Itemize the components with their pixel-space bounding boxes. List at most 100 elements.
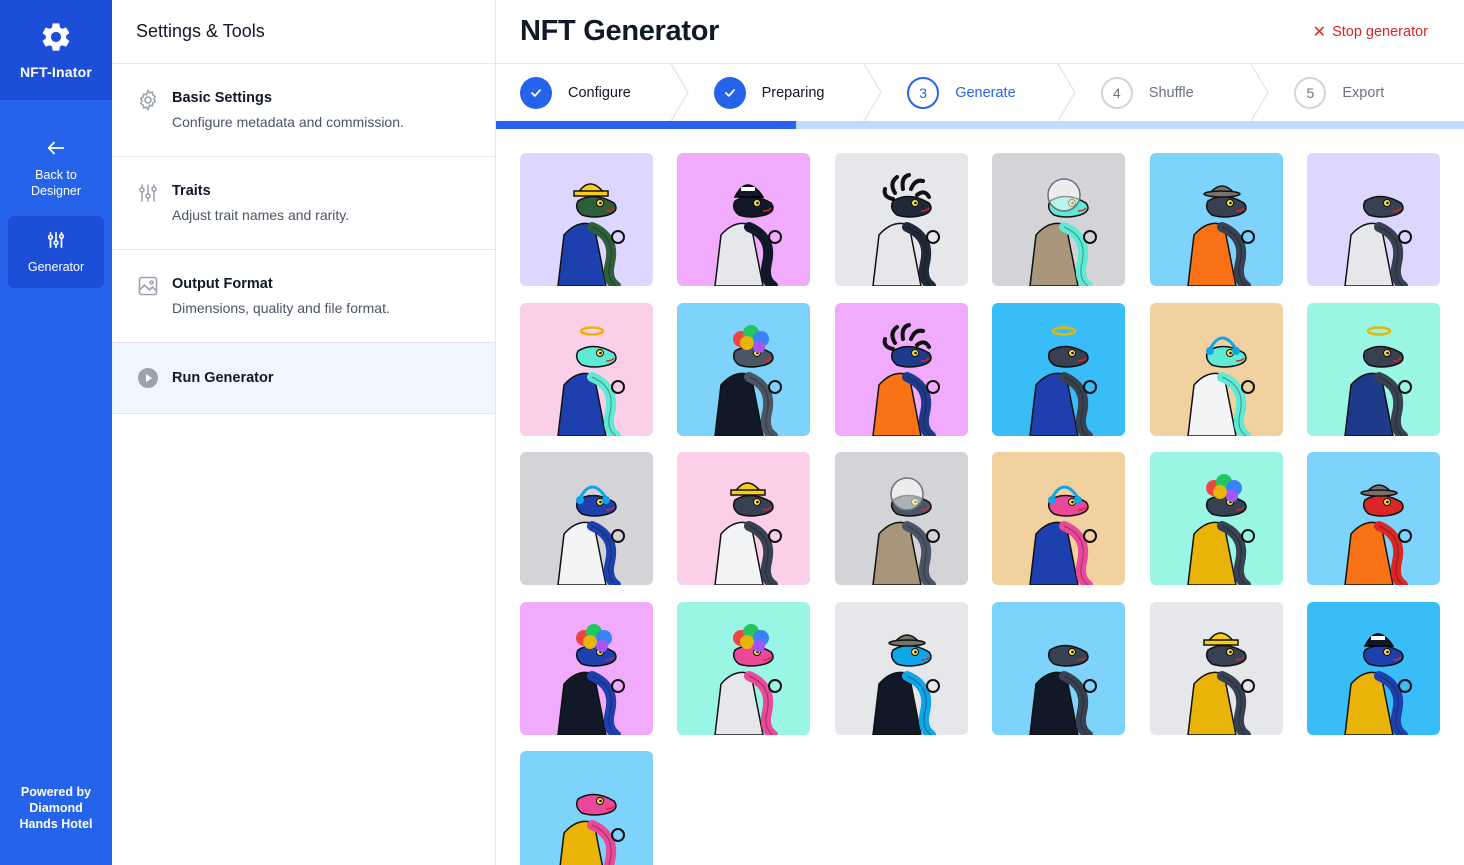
panel-title: Settings & Tools (112, 0, 495, 64)
nft-thumbnail[interactable] (520, 302, 653, 436)
menu-item-desc: Dimensions, quality and file format. (172, 300, 390, 316)
nft-image (1149, 452, 1283, 585)
nft-gallery (520, 153, 1440, 865)
nft-image (520, 302, 653, 436)
back-label-line-2: Designer (30, 184, 82, 198)
nft-image (677, 302, 811, 436)
gear-icon (42, 23, 70, 51)
menu-item-title: Output Format (172, 276, 273, 292)
nft-thumbnail[interactable] (520, 751, 653, 865)
menu-item-run-generator[interactable]: Run Generator (112, 343, 495, 414)
nft-thumbnail[interactable] (677, 452, 811, 585)
play-icon (138, 368, 158, 388)
step-label: Shuffle (1148, 84, 1194, 101)
nft-thumbnail[interactable] (520, 601, 653, 735)
nft-thumbnail[interactable] (520, 452, 653, 585)
step-export[interactable]: 5 Export (1270, 64, 1464, 121)
nft-image (677, 601, 811, 735)
nft-image (992, 452, 1126, 585)
menu-item-traits[interactable]: Traits Adjust trait names and rarity. (112, 157, 495, 250)
arrow-left-icon (47, 141, 65, 155)
nft-thumbnail[interactable] (1306, 601, 1440, 735)
nft-thumbnail[interactable] (677, 601, 811, 735)
step-configure[interactable]: Configure (496, 64, 690, 121)
menu-item-title: Basic Settings (172, 90, 272, 106)
nft-image (1149, 153, 1283, 286)
check-icon (520, 76, 552, 109)
nft-image (834, 601, 968, 735)
nft-thumbnail[interactable] (1149, 302, 1283, 436)
nft-thumbnail[interactable] (1306, 153, 1440, 286)
nft-thumbnail[interactable] (1149, 452, 1283, 585)
nft-image (520, 452, 653, 585)
left-rail: NFT-Inator Back to Designer Generator Po… (0, 0, 112, 865)
nft-thumbnail[interactable] (1306, 302, 1440, 436)
menu-item-title: Run Generator (172, 370, 274, 386)
nft-thumbnail[interactable] (992, 302, 1126, 436)
nft-thumbnail[interactable] (677, 302, 811, 436)
nft-thumbnail[interactable] (992, 452, 1126, 585)
nft-thumbnail[interactable] (992, 153, 1126, 286)
chevron-divider-icon (1057, 64, 1076, 121)
step-preparing[interactable]: Preparing (690, 64, 884, 121)
app-root: NFT-Inator Back to Designer Generator Po… (0, 0, 1464, 865)
stepper: Configure Preparing 3 Generate 4 Shuffle (496, 64, 1464, 121)
generator-nav-button[interactable]: Generator (8, 216, 104, 288)
powered-line-3: Hands Hotel (19, 817, 93, 831)
nft-thumbnail[interactable] (1306, 452, 1440, 585)
step-label: Export (1342, 84, 1385, 101)
nft-thumbnail[interactable] (1149, 601, 1283, 735)
generator-label: Generator (27, 260, 85, 274)
nft-image (1149, 601, 1283, 735)
page-title: NFT Generator (520, 15, 720, 47)
menu-item-title: Traits (172, 183, 211, 199)
menu-item-desc: Adjust trait names and rarity. (172, 207, 350, 223)
nft-thumbnail[interactable] (834, 601, 968, 735)
nft-image (1306, 153, 1440, 286)
nft-thumbnail[interactable] (834, 452, 968, 585)
nft-thumbnail[interactable] (677, 153, 811, 286)
nft-thumbnail[interactable] (834, 153, 968, 286)
menu-item-desc: Configure metadata and commission. (172, 114, 404, 130)
powered-line-1: Powered by (20, 785, 92, 799)
back-to-designer-button[interactable]: Back to Designer (0, 130, 112, 206)
close-icon: ✕ (1312, 23, 1327, 41)
stop-generator-label: Stop generator (1332, 23, 1428, 40)
step-label: Generate (955, 84, 1016, 101)
menu-item-basic-settings[interactable]: Basic Settings Configure metadata and co… (112, 64, 495, 157)
step-number: 4 (1100, 76, 1133, 109)
step-number: 5 (1294, 76, 1327, 109)
chevron-divider-icon (1250, 64, 1270, 121)
nft-image (992, 601, 1126, 735)
step-generate[interactable]: 3 Generate (883, 64, 1077, 121)
powered-by: Powered by Diamond Hands Hotel (0, 784, 112, 832)
nft-thumbnail[interactable] (834, 302, 968, 436)
image-icon (138, 276, 158, 296)
progress-bar (496, 121, 1464, 129)
chevron-divider-icon (863, 64, 883, 121)
sliders-icon (47, 231, 65, 249)
progress-fill (496, 121, 797, 129)
nft-image (992, 153, 1126, 286)
step-label: Configure (568, 84, 631, 101)
nft-image (1306, 452, 1440, 585)
back-label-line-1: Back to (35, 168, 77, 182)
brand[interactable]: NFT-Inator (0, 0, 112, 100)
menu-item-output-format[interactable]: Output Format Dimensions, quality and fi… (112, 250, 495, 343)
nft-image (520, 601, 653, 735)
nft-image (677, 452, 811, 585)
nft-image (834, 452, 968, 585)
settings-panel: Settings & Tools Basic Settings Configur… (112, 0, 496, 865)
brand-name: NFT-Inator (20, 64, 92, 80)
main-content: NFT Generator ✕ Stop generator Configure… (496, 0, 1464, 865)
page-header: NFT Generator ✕ Stop generator (496, 0, 1464, 64)
nft-image (520, 751, 653, 865)
nft-thumbnail[interactable] (992, 601, 1126, 735)
stop-generator-button[interactable]: ✕ Stop generator (1313, 22, 1428, 42)
sliders-icon (139, 184, 157, 202)
nft-image (834, 153, 968, 286)
step-shuffle[interactable]: 4 Shuffle (1077, 64, 1271, 121)
nft-thumbnail[interactable] (1149, 153, 1283, 286)
nft-thumbnail[interactable] (520, 153, 653, 286)
nft-image (1306, 302, 1440, 436)
